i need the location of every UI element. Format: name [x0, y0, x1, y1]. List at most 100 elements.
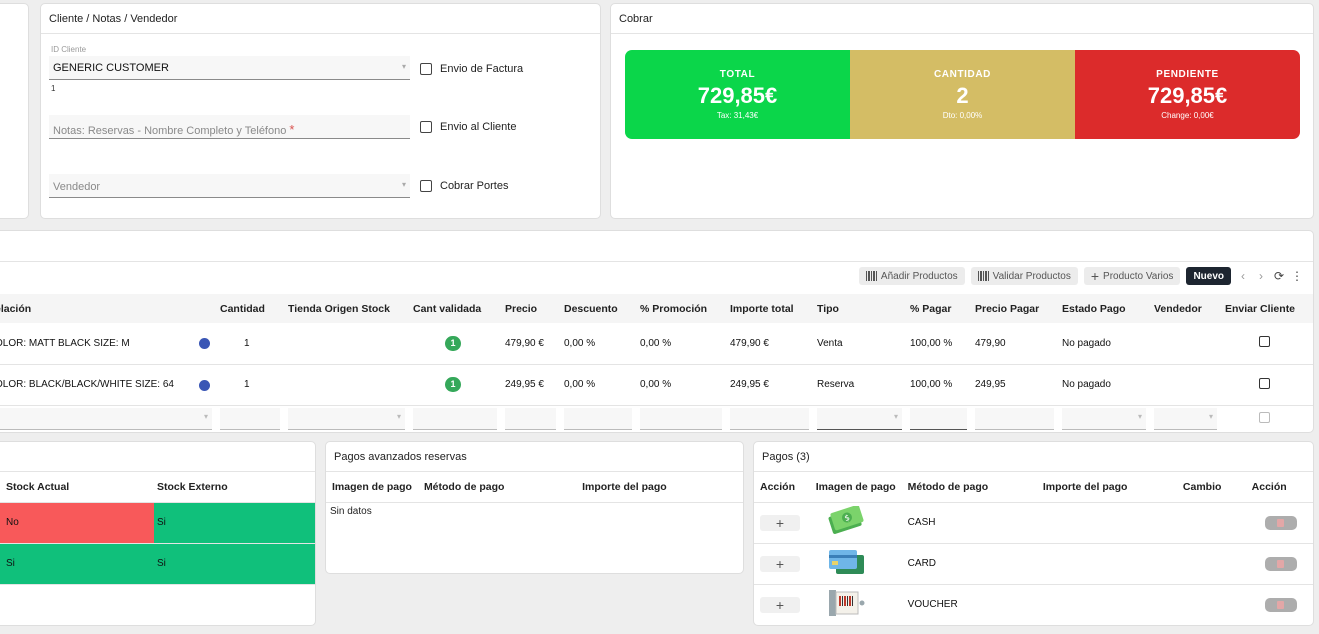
col-imagen-pago: Imagen de pago [809, 472, 902, 503]
importe-cell[interactable] [1036, 543, 1177, 585]
new-enviar-checkbox[interactable] [1259, 412, 1270, 424]
stock-table: Stock Actual Stock Externo No Si Si Si [0, 472, 315, 585]
plus-icon: + [1090, 268, 1100, 284]
cantidad-cell[interactable]: 1 [216, 323, 284, 365]
delete-payment-button[interactable] [1264, 515, 1297, 530]
vendedor-cell[interactable] [1150, 364, 1221, 406]
misc-product-button[interactable]: + Producto Varios [1083, 267, 1181, 285]
enviar-cell [1221, 364, 1313, 406]
descuento-cell[interactable]: 0,00 % [560, 364, 636, 406]
new-promocion-input[interactable] [640, 408, 722, 431]
chevron-left-icon[interactable]: ‹ [1237, 269, 1249, 283]
new-cantidad-input[interactable] [220, 408, 280, 431]
new-button[interactable]: Nuevo [1186, 267, 1231, 285]
tipo-cell[interactable]: Reserva [813, 364, 906, 406]
add-products-button[interactable]: Añadir Productos [858, 267, 965, 285]
payment-summary: TOTAL 729,85€ Tax: 31,43€ CANTIDAD 2 Dto… [625, 50, 1300, 139]
enviar-cliente-checkbox[interactable] [1259, 377, 1270, 389]
importe-cell[interactable] [1036, 584, 1177, 625]
new-product-select[interactable]: ▾ [0, 408, 212, 431]
envio-cliente-label: Envio al Cliente [440, 121, 517, 133]
new-vendedor-select[interactable]: ▾ [1154, 408, 1217, 431]
importe-cell: 249,95 € [726, 364, 813, 406]
cobrar-portes-checkbox[interactable] [420, 180, 432, 192]
add-payment-button[interactable]: + [760, 555, 800, 572]
refresh-icon[interactable]: ⟳ [1273, 269, 1285, 283]
col-precio-pagar: Precio Pagar [971, 294, 1058, 323]
col-cambio: Cambio [1176, 472, 1246, 503]
table-row: + CARD [754, 543, 1313, 585]
imagen-cell [809, 584, 902, 625]
new-descuento-input[interactable] [564, 408, 632, 431]
new-tipo-select[interactable]: ▾ [817, 408, 902, 431]
cobrar-portes-option[interactable]: Cobrar Portes [420, 180, 508, 192]
metodo-cell: VOUCHER [901, 584, 1037, 625]
products-card: Añadir Productos Validar Productos + Prod… [0, 230, 1314, 433]
col-metodo-pago: Método de pago [417, 472, 577, 503]
new-tienda-select[interactable]: ▾ [288, 408, 405, 431]
table-row[interactable]: OLOR: MATT BLACK SIZE: M 1 1 479,90 € 0,… [0, 323, 1313, 365]
new-pagar-input[interactable] [910, 408, 967, 431]
col-metodo-pago: Método de pago [901, 472, 1037, 503]
col-tienda: Tienda Origen Stock [284, 294, 409, 323]
cantidad-label: CANTIDAD [933, 69, 992, 80]
vendedor-cell[interactable] [1150, 323, 1221, 365]
cantidad-cell[interactable]: 1 [216, 364, 284, 406]
cliente-card: Cliente / Notas / Vendedor ID Cliente GE… [40, 3, 601, 219]
tienda-cell[interactable] [284, 323, 409, 365]
more-vertical-icon[interactable]: ⋮ [1291, 269, 1303, 283]
col-validada: Cant validada [409, 294, 501, 323]
table-row[interactable]: OLOR: BLACK/BLACK/WHITE SIZE: 64 1 1 249… [0, 364, 1313, 406]
envio-cliente-option[interactable]: Envio al Cliente [420, 121, 516, 133]
accion-cell: + [754, 543, 810, 585]
metodo-cell: CASH [901, 502, 1037, 544]
new-row-cell [560, 405, 636, 432]
add-payment-button[interactable]: + [760, 596, 800, 613]
chevron-right-icon[interactable]: › [1255, 269, 1267, 283]
envio-factura-option[interactable]: Envio de Factura [420, 63, 523, 75]
new-row-cell [409, 405, 501, 432]
new-precio-pagar-input[interactable] [975, 408, 1054, 431]
enviar-cell [1221, 323, 1313, 365]
pagar-cell[interactable]: 100,00 % [906, 364, 971, 406]
precio-cell: 249,95 € [501, 364, 560, 406]
enviar-cliente-checkbox[interactable] [1259, 336, 1270, 348]
envio-cliente-checkbox[interactable] [420, 121, 432, 133]
new-validada-input[interactable] [413, 408, 497, 431]
cantidad-value: 2 [956, 83, 969, 108]
tipo-cell[interactable]: Venta [813, 323, 906, 365]
new-estado-select[interactable]: ▾ [1062, 408, 1146, 431]
new-row-cell [971, 405, 1058, 432]
importe-cell[interactable] [1036, 502, 1177, 544]
pagos-avanzados-title: Pagos avanzados reservas [326, 442, 743, 472]
estado-cell: No pagado [1058, 364, 1150, 406]
pagos-avanzados-header-row: Imagen de pago Método de pago Importe de… [326, 472, 743, 503]
envio-factura-checkbox[interactable] [420, 63, 432, 75]
vendedor-select[interactable]: Vendedor ▾ [49, 174, 410, 198]
col-stock-actual: Stock Actual [0, 472, 155, 503]
new-importe-input[interactable] [730, 408, 809, 431]
cambio-cell [1176, 502, 1246, 544]
cobrar-card-title: Cobrar [611, 4, 1313, 34]
customer-select-value: GENERIC CUSTOMER [53, 62, 169, 74]
barcode-icon [977, 271, 989, 281]
new-product-row[interactable]: ▾ ▾ ▾ ▾ ▾ [0, 405, 1313, 432]
delete-payment-button[interactable] [1264, 597, 1297, 612]
descuento-cell[interactable]: 0,00 % [560, 323, 636, 365]
tienda-cell[interactable] [284, 364, 409, 406]
col-cantidad: Cantidad [216, 294, 284, 323]
pendiente-label: PENDIENTE [1156, 69, 1219, 80]
delete-payment-button[interactable] [1264, 556, 1297, 571]
metodo-cell: CARD [901, 543, 1037, 585]
importe-cell: 479,90 € [726, 323, 813, 365]
new-precio-input[interactable] [505, 408, 556, 431]
pagar-cell[interactable]: 100,00 % [906, 323, 971, 365]
add-payment-button[interactable]: + [760, 514, 800, 531]
cantidad-discount: Dto: 0,00% [942, 111, 983, 120]
customer-select[interactable]: GENERIC CUSTOMER ▾ [49, 56, 410, 80]
new-row-cell: ▾ [1058, 405, 1150, 432]
validate-products-button[interactable]: Validar Productos [970, 267, 1078, 285]
envio-factura-label: Envio de Factura [440, 63, 524, 75]
notes-input[interactable]: Notas: Reservas - Nombre Completo y Telé… [49, 115, 410, 139]
pagos-header-row: Acción Imagen de pago Método de pago Imp… [754, 472, 1313, 503]
